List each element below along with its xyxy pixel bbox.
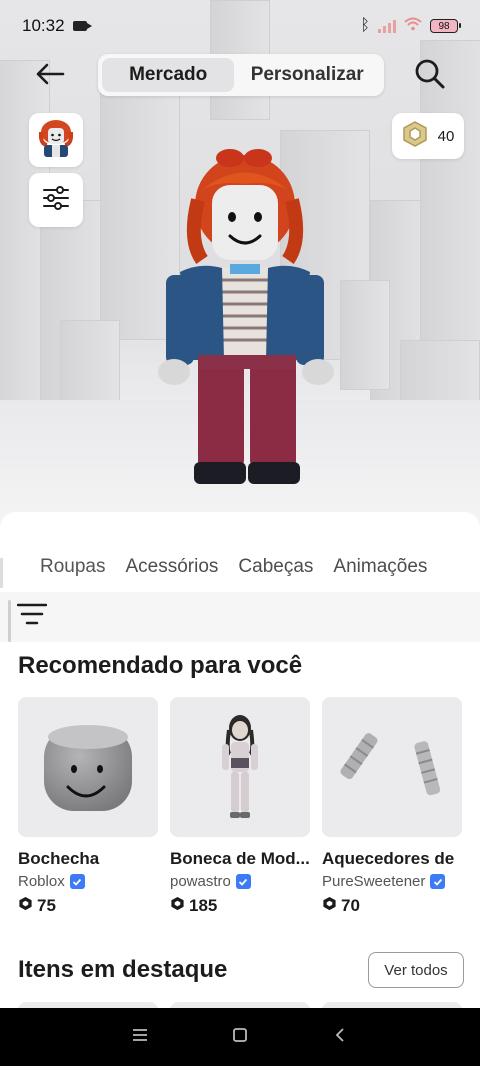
verified-badge-icon [235, 874, 251, 889]
item-name: Bochecha [18, 849, 100, 868]
item-creator: Roblox [18, 873, 158, 890]
robux-icon [170, 896, 185, 916]
signal-icon [378, 19, 396, 33]
category-tab-roupas[interactable]: Roupas [0, 556, 116, 578]
item-price: 185 [170, 896, 310, 916]
filter-row [0, 592, 480, 642]
bluetooth-icon: ᛒ [360, 17, 370, 34]
system-navigation-bar [0, 1008, 480, 1066]
scroll-indicator [0, 558, 10, 588]
robux-icon [402, 121, 428, 151]
price-value: 75 [37, 896, 56, 915]
scrollbar[interactable] [8, 600, 11, 642]
system-back-button[interactable] [320, 1017, 360, 1057]
item-card[interactable]: Bochecha Roblox 75 [18, 697, 158, 916]
item-thumbnail [322, 697, 462, 837]
recommended-section-title: Recomendado para você [18, 652, 303, 679]
see-all-button[interactable]: Ver todos [368, 952, 464, 988]
back-button[interactable] [30, 58, 70, 94]
creator-name: PureSweetener [322, 873, 426, 890]
item-thumbnail [170, 697, 310, 837]
filter-lines-icon [16, 603, 48, 630]
tab-personalizar[interactable]: Personalizar [234, 58, 380, 92]
item-name: Aquecedores de [322, 849, 455, 868]
item-thumbnail [18, 697, 158, 837]
battery-icon: 98 [430, 19, 461, 33]
status-time: 10:32 [22, 16, 65, 35]
item-card[interactable]: Boneca de Mod... powastro 185 [170, 697, 310, 916]
recommended-list: Bochecha Roblox 75 Boneca de Mod... powa… [18, 697, 462, 916]
item-creator: PureSweetener [322, 873, 462, 890]
arrow-left-icon [35, 63, 65, 90]
category-tab-animacoes[interactable]: Animações [323, 556, 437, 578]
wifi-icon [404, 17, 422, 35]
tab-mercado[interactable]: Mercado [102, 58, 235, 92]
item-price: 75 [18, 896, 158, 916]
item-card[interactable]: Aquecedores de PureSweetener 70 [322, 697, 462, 916]
item-creator: powastro [170, 873, 310, 890]
avatar-model[interactable] [140, 140, 350, 490]
menu-lines-icon [132, 1028, 148, 1047]
marketplace-sheet: Roupas Acessórios Cabeças Animações Reco… [0, 512, 480, 1012]
battery-level: 98 [438, 20, 450, 32]
robux-amount: 40 [437, 127, 455, 145]
avatar-icon [37, 118, 75, 163]
verified-badge-icon [69, 874, 85, 889]
marketplace-tab-switcher: Mercado Personalizar [98, 54, 384, 96]
search-icon [414, 58, 446, 95]
creator-name: Roblox [18, 873, 65, 890]
home-button[interactable] [220, 1017, 260, 1057]
sliders-icon [43, 185, 69, 215]
status-bar: 10:32 ᛒ 98 [0, 0, 480, 52]
price-value: 70 [341, 896, 360, 915]
category-tab-cabecas[interactable]: Cabeças [228, 556, 323, 578]
category-tabs: Roupas Acessórios Cabeças Animações [0, 542, 480, 592]
item-name: Boneca de Mod... [170, 849, 310, 868]
recent-apps-button[interactable] [120, 1017, 160, 1057]
video-camera-icon [72, 21, 92, 31]
adjust-avatar-button[interactable] [29, 173, 83, 227]
verified-badge-icon [430, 874, 446, 889]
category-tab-acessorios[interactable]: Acessórios [116, 556, 229, 578]
search-button[interactable] [410, 56, 450, 96]
square-icon [232, 1027, 248, 1048]
price-value: 185 [189, 896, 218, 915]
sort-filter-button[interactable] [16, 602, 48, 630]
robux-icon [18, 896, 33, 916]
avatar-thumbnail-button[interactable] [29, 113, 83, 167]
creator-name: powastro [170, 873, 231, 890]
chevron-left-icon [334, 1027, 346, 1048]
scene-block [60, 320, 120, 410]
robux-icon [322, 896, 337, 916]
robux-balance-button[interactable]: 40 [392, 113, 464, 159]
featured-section-title: Itens em destaque [18, 956, 228, 983]
item-price: 70 [322, 896, 462, 916]
